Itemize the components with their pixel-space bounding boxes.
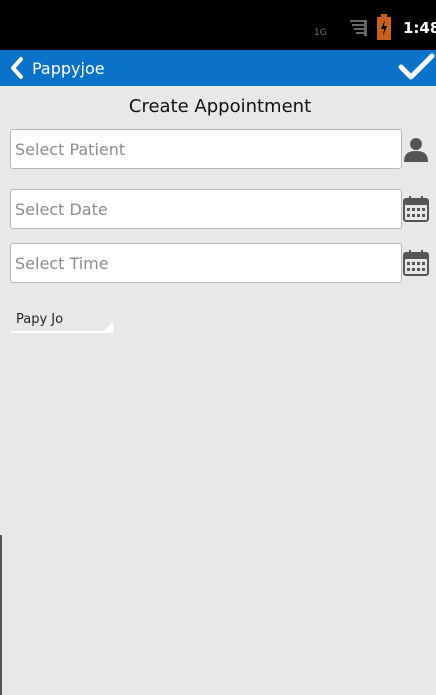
time-field-container [10, 243, 402, 283]
status-bar: 1G 1:48 [0, 0, 436, 50]
doctor-spinner-value: Papy Jo [16, 312, 64, 327]
spinner-corner-icon [104, 322, 113, 331]
person-icon[interactable] [403, 136, 429, 162]
doctor-spinner[interactable]: Papy Jo [11, 310, 113, 333]
back-label: Pappyjoe [32, 58, 105, 78]
select-date-input[interactable] [11, 190, 401, 228]
select-patient-input[interactable] [11, 130, 401, 168]
signal-icon [350, 20, 367, 36]
calendar-icon[interactable] [403, 250, 429, 276]
action-bar: Pappyjoe [0, 50, 436, 86]
chevron-left-icon [11, 57, 23, 79]
network-type-label: 1G [314, 28, 327, 38]
checkmark-icon[interactable] [396, 50, 436, 86]
window-edge-divider [0, 535, 2, 695]
page-title: Create Appointment [128, 96, 312, 117]
calendar-icon[interactable] [403, 196, 429, 222]
back-button[interactable]: Pappyjoe [8, 54, 105, 82]
clock: 1:48 [403, 19, 436, 37]
date-field-container [10, 189, 402, 229]
patient-field-container [10, 129, 402, 169]
battery-icon [377, 14, 391, 40]
select-time-input[interactable] [11, 244, 401, 282]
